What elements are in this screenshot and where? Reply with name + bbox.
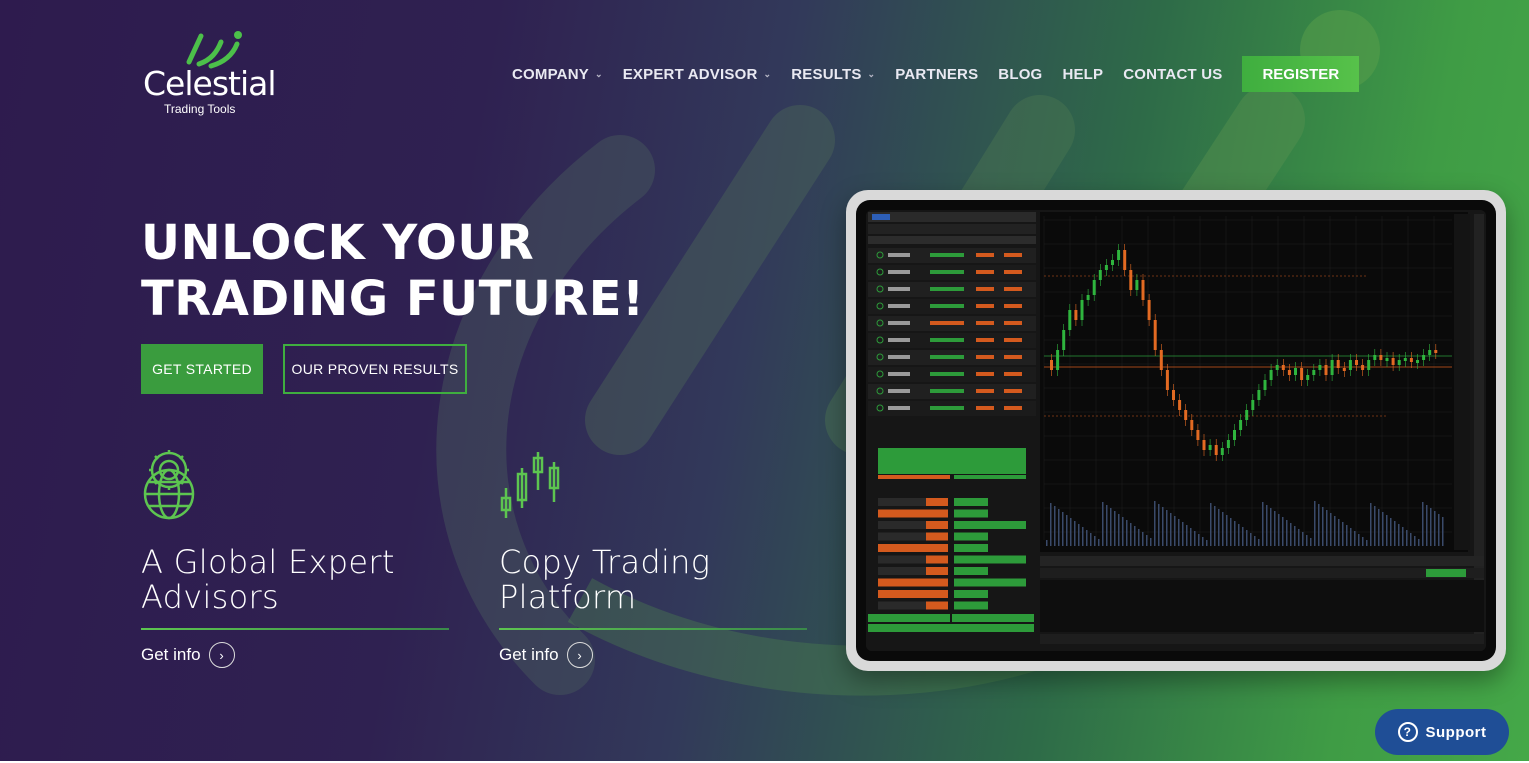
- nav-item-help[interactable]: HELP: [1062, 66, 1103, 83]
- hero-heading-line2: TRADING FUTURE!: [141, 271, 645, 327]
- nav-item-expert-advisor[interactable]: EXPERT ADVISOR ⌄: [623, 66, 772, 83]
- feature-title: A Global Expert Advisors: [141, 545, 449, 615]
- support-button[interactable]: ? Support: [1375, 709, 1509, 755]
- hero-heading-line1: UNLOCK YOUR: [141, 215, 535, 271]
- candlestick-icon: [500, 452, 560, 518]
- get-info-link[interactable]: Get info ›: [499, 642, 807, 668]
- brand-name: Celestial: [143, 64, 277, 103]
- get-info-label: Get info: [141, 645, 201, 664]
- nav-label: RESULTS: [791, 65, 862, 83]
- chevron-down-icon: ⌄: [594, 68, 603, 79]
- chevron-down-icon: ⌄: [867, 68, 876, 79]
- register-button[interactable]: REGISTER: [1242, 56, 1360, 92]
- support-label: Support: [1425, 723, 1487, 741]
- proven-results-button[interactable]: OUR PROVEN RESULTS: [283, 344, 467, 394]
- nav-item-company[interactable]: COMPANY ⌄: [512, 66, 603, 83]
- hero-heading: UNLOCK YOUR TRADING FUTURE!: [141, 215, 644, 327]
- main-nav: COMPANY ⌄ EXPERT ADVISOR ⌄ RESULTS ⌄ PARTNE…: [512, 56, 1360, 92]
- feature-divider: [141, 628, 449, 630]
- tablet-bezel: [856, 200, 1496, 661]
- nav-label: HELP: [1062, 65, 1104, 83]
- chevron-right-icon: ›: [566, 642, 593, 668]
- trading-platform-illustration: [866, 210, 1486, 651]
- nav-item-results[interactable]: RESULTS ⌄: [791, 66, 875, 83]
- get-info-link[interactable]: Get info ›: [141, 642, 449, 668]
- nav-label: BLOG: [998, 65, 1043, 83]
- chevron-right-icon: ›: [208, 642, 235, 668]
- globe-gear-icon: [143, 450, 195, 520]
- help-icon: ?: [1397, 722, 1418, 742]
- nav-item-contact-us[interactable]: CONTACT US: [1123, 66, 1222, 83]
- feature-title-line2: Advisors: [141, 578, 279, 616]
- feature-title-line1: A Global Expert: [141, 543, 395, 581]
- nav-label: CONTACT US: [1123, 65, 1223, 83]
- nav-label: PARTNERS: [895, 65, 979, 83]
- brand-tagline: Trading Tools: [164, 102, 236, 116]
- get-info-label: Get info: [499, 645, 559, 664]
- feature-title-line2: Platform: [499, 578, 637, 616]
- nav-item-partners[interactable]: PARTNERS: [895, 66, 978, 83]
- feature-global-expert-advisors: A Global Expert Advisors Get info ›: [141, 448, 449, 668]
- nav-label: EXPERT ADVISOR: [622, 65, 758, 83]
- nav-item-blog[interactable]: BLOG: [998, 66, 1042, 83]
- feature-divider: [499, 628, 807, 630]
- nav-label: COMPANY: [512, 65, 589, 83]
- chevron-down-icon: ⌄: [763, 68, 772, 79]
- feature-title-line1: Copy Trading: [499, 543, 711, 581]
- feature-title: Copy Trading Platform: [499, 545, 807, 615]
- feature-copy-trading: Copy Trading Platform Get info ›: [499, 448, 807, 668]
- tablet-mockup: [846, 190, 1506, 671]
- brand-logo[interactable]: Celestial Trading Tools: [141, 30, 277, 120]
- get-started-button[interactable]: GET STARTED: [141, 344, 263, 394]
- trading-platform-screenshot: [866, 210, 1486, 651]
